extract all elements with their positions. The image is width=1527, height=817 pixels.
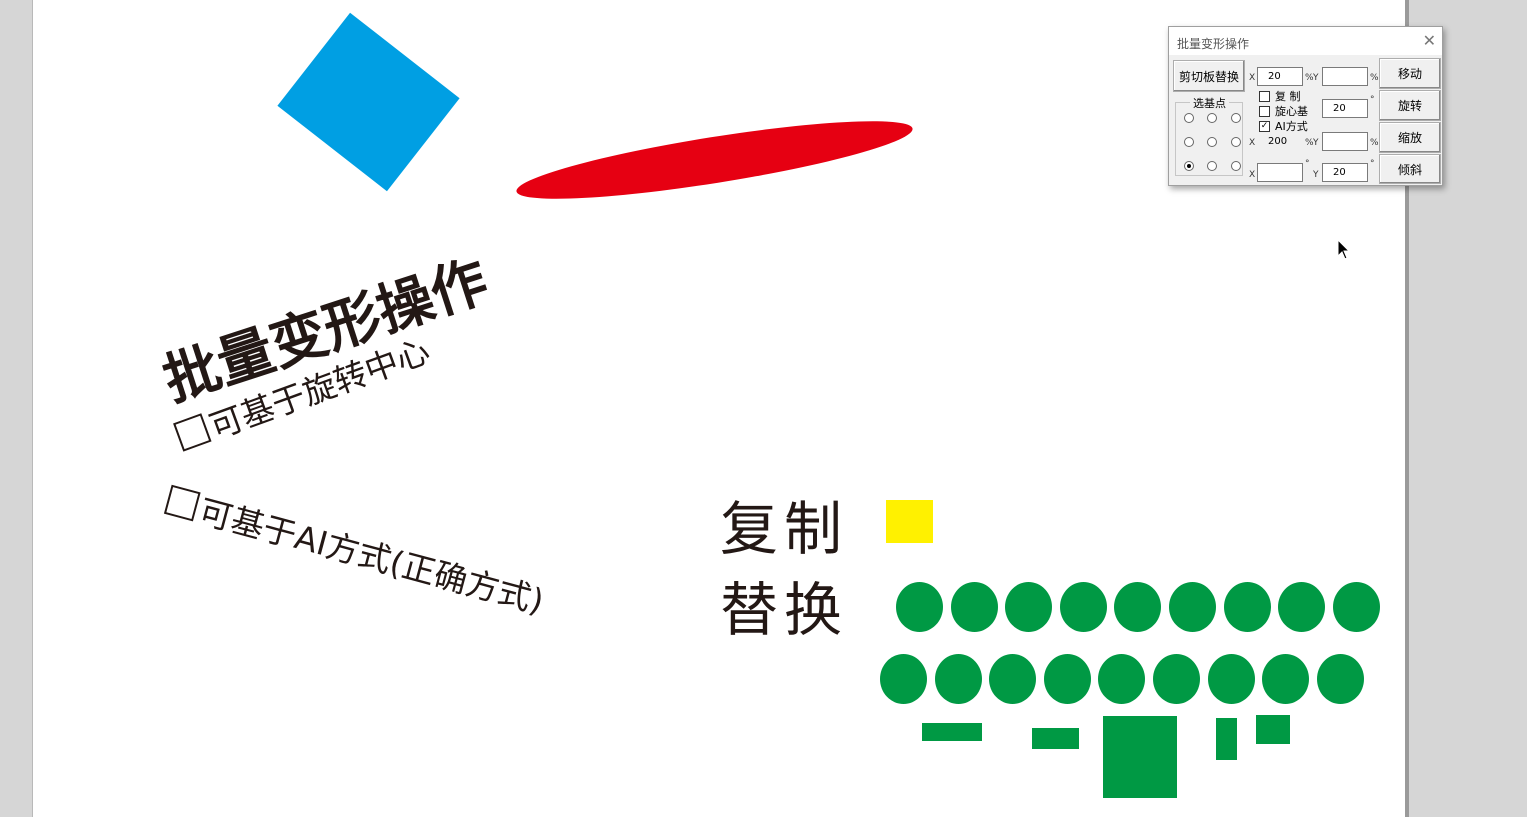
base-point-top-left-radio[interactable] <box>1184 113 1194 123</box>
scale-y-axis-label: Y <box>1313 138 1319 148</box>
green-circle-shape[interactable] <box>934 654 982 704</box>
skew-y-axis-label: Y <box>1313 170 1319 180</box>
skew-y-input[interactable]: 20 <box>1322 163 1368 182</box>
green-rect-shape[interactable] <box>1216 718 1237 760</box>
skew-button[interactable]: 倾斜 <box>1379 154 1441 184</box>
rotate-button[interactable]: 旋转 <box>1379 90 1441 121</box>
base-point-bottom-right-radio[interactable] <box>1231 161 1241 171</box>
close-icon[interactable]: ✕ <box>1423 31 1436 50</box>
rotate-angle-input[interactable]: 20 <box>1322 99 1368 118</box>
green-circle-shape[interactable] <box>1332 582 1380 632</box>
base-point-middle-right-radio[interactable] <box>1231 137 1241 147</box>
scale-y-input[interactable] <box>1322 132 1368 151</box>
empty-checkbox-mark <box>163 484 201 522</box>
rotate-angle-unit: ° <box>1370 95 1375 105</box>
green-rect-shape[interactable] <box>1032 728 1079 749</box>
checkbox-box <box>1259 105 1270 117</box>
green-rect-shape[interactable] <box>922 723 982 741</box>
rotate-base-checkbox[interactable]: 旋心基 <box>1259 103 1308 119</box>
clipboard-replace-button[interactable]: 剪切板替换 <box>1173 60 1245 92</box>
scale-button[interactable]: 缩放 <box>1379 122 1441 153</box>
base-point-bottom-left-radio[interactable] <box>1184 161 1194 171</box>
copy-label[interactable]: 复制 <box>720 482 848 566</box>
green-circle-shape[interactable] <box>1207 654 1255 704</box>
green-circle-shape[interactable] <box>1223 582 1271 632</box>
panel-title: 批量变形操作 <box>1177 37 1250 51</box>
green-rect-shape[interactable] <box>1256 715 1290 744</box>
green-circle-shape[interactable] <box>880 654 927 704</box>
green-circle-shape[interactable] <box>1059 582 1107 632</box>
green-circle-shape[interactable] <box>1005 582 1053 632</box>
base-point-bottom-center-radio[interactable] <box>1207 161 1217 171</box>
batch-transform-panel: 批量变形操作 ✕ 剪切板替换 选基点 X 20 % Y % 复 制 旋心基 ✓ A… <box>1168 26 1443 186</box>
skew-y-unit: ° <box>1370 159 1375 169</box>
scale-x-input[interactable]: 200 <box>1257 132 1303 151</box>
green-circle-shape[interactable] <box>1153 654 1200 704</box>
green-circle-shape[interactable] <box>1316 654 1364 704</box>
move-button[interactable]: 移动 <box>1379 58 1441 89</box>
rotate-base-checkbox-label: 旋心基 <box>1275 105 1308 118</box>
green-circle-shape[interactable] <box>1262 654 1310 704</box>
move-x-axis-label: X <box>1249 73 1256 83</box>
base-point-center-radio[interactable] <box>1207 137 1217 147</box>
feature-line-ai[interactable]: 可基于AI方式(正确方式) <box>162 476 550 623</box>
mouse-cursor-icon <box>1337 239 1351 260</box>
green-circle-shape[interactable] <box>989 654 1037 704</box>
green-circle-shape[interactable] <box>1278 582 1326 632</box>
skew-x-unit: ° <box>1305 159 1310 169</box>
copy-checkbox[interactable]: 复 制 <box>1259 88 1301 104</box>
copy-checkbox-label: 复 制 <box>1275 90 1301 103</box>
skew-x-input[interactable] <box>1257 163 1303 182</box>
base-point-group: 选基点 <box>1175 95 1243 176</box>
green-rect-shape[interactable] <box>1103 716 1177 798</box>
move-x-input[interactable]: 20 <box>1257 67 1303 86</box>
scale-y-unit: % <box>1370 138 1379 148</box>
panel-title-bar[interactable]: 批量变形操作 ✕ <box>1169 27 1442 55</box>
green-circle-shape[interactable] <box>1169 582 1216 632</box>
base-point-group-label: 选基点 <box>1190 95 1229 111</box>
yellow-square-shape[interactable] <box>886 500 933 543</box>
checkbox-box <box>1259 90 1270 102</box>
move-y-input[interactable] <box>1322 67 1368 86</box>
base-point-middle-left-radio[interactable] <box>1184 137 1194 147</box>
move-y-unit: % <box>1370 73 1379 83</box>
green-circle-shape[interactable] <box>896 582 943 632</box>
skew-x-axis-label: X <box>1249 170 1256 180</box>
green-circle-shape[interactable] <box>950 582 998 632</box>
title-text-group: 批量变形操作 可基于旋转中心 可基于AI方式(正确方式) <box>152 240 672 660</box>
base-point-top-right-radio[interactable] <box>1231 113 1241 123</box>
feature-ai-text: 可基于AI方式(正确方式) <box>194 491 548 622</box>
replace-label[interactable]: 替换 <box>720 563 848 647</box>
scale-x-axis-label: X <box>1249 138 1256 148</box>
checkmark-icon: ✓ <box>1259 120 1270 132</box>
move-y-axis-label: Y <box>1313 73 1319 83</box>
empty-checkbox-mark <box>173 413 212 452</box>
base-point-top-center-radio[interactable] <box>1207 113 1217 123</box>
green-circle-shape[interactable] <box>1043 654 1091 704</box>
